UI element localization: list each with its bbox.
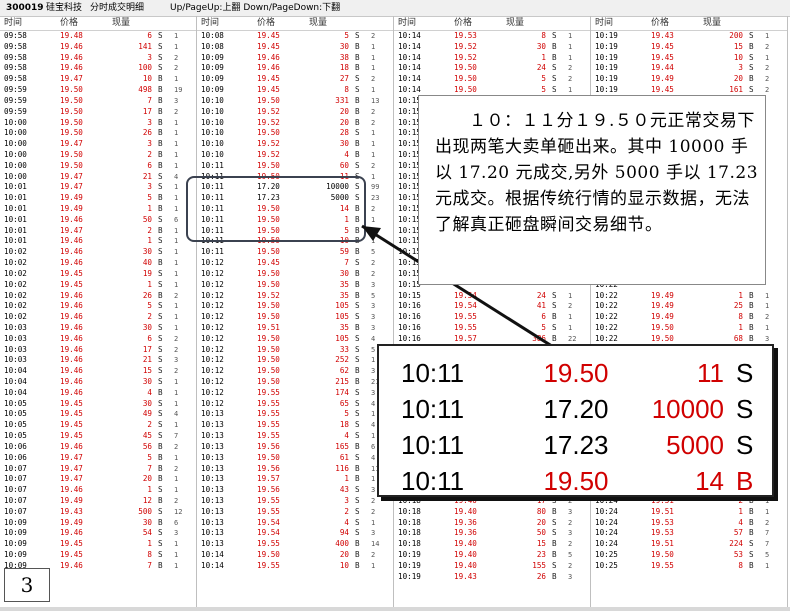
zoom-price: 19.50 [543,466,609,496]
zoom-volume: 10000 [651,394,724,424]
page-number: 3 [4,568,50,602]
zoom-price: 19.50 [543,358,609,388]
zoom-side: S [736,358,754,388]
zoomed-trades-panel: 10:11 19.50 11 S 10:11 17.20 10000 S 10:11 17.23 5… [377,344,774,497]
zoom-time: 10:11 [401,358,465,388]
annotation-callout: １０：１１分１９.５０元正常交易下出现两笔大卖单砸出来。其中 10000 手以 … [418,95,766,285]
zoomed-trade-row: 10:11 19.50 11 S [379,355,772,392]
zoom-volume: 5000 [666,430,724,460]
bottom-bar [0,607,790,611]
zoom-time: 10:11 [401,466,465,496]
zoom-time: 10:11 [401,430,465,460]
zoom-volume: 11 [697,358,724,388]
zoomed-trade-row: 10:11 17.20 10000 S [379,391,772,428]
zoom-volume: 14 [695,466,724,496]
zoomed-trade-row: 10:11 19.50 14 B [379,463,772,500]
zoom-price: 17.20 [543,394,609,424]
zoom-side: B [736,466,754,496]
callout-text: １０：１１分１９.５０元正常交易下出现两笔大卖单砸出来。其中 10000 手以 … [435,111,759,235]
arrow-head-start [362,226,381,241]
zoom-side: S [736,430,754,460]
zoom-time: 10:11 [401,394,465,424]
zoom-side: S [736,394,754,424]
arrow-connector [361,224,616,388]
zoomed-trade-row: 10:11 17.23 5000 S [379,427,772,464]
zoom-price: 17.23 [543,430,609,460]
